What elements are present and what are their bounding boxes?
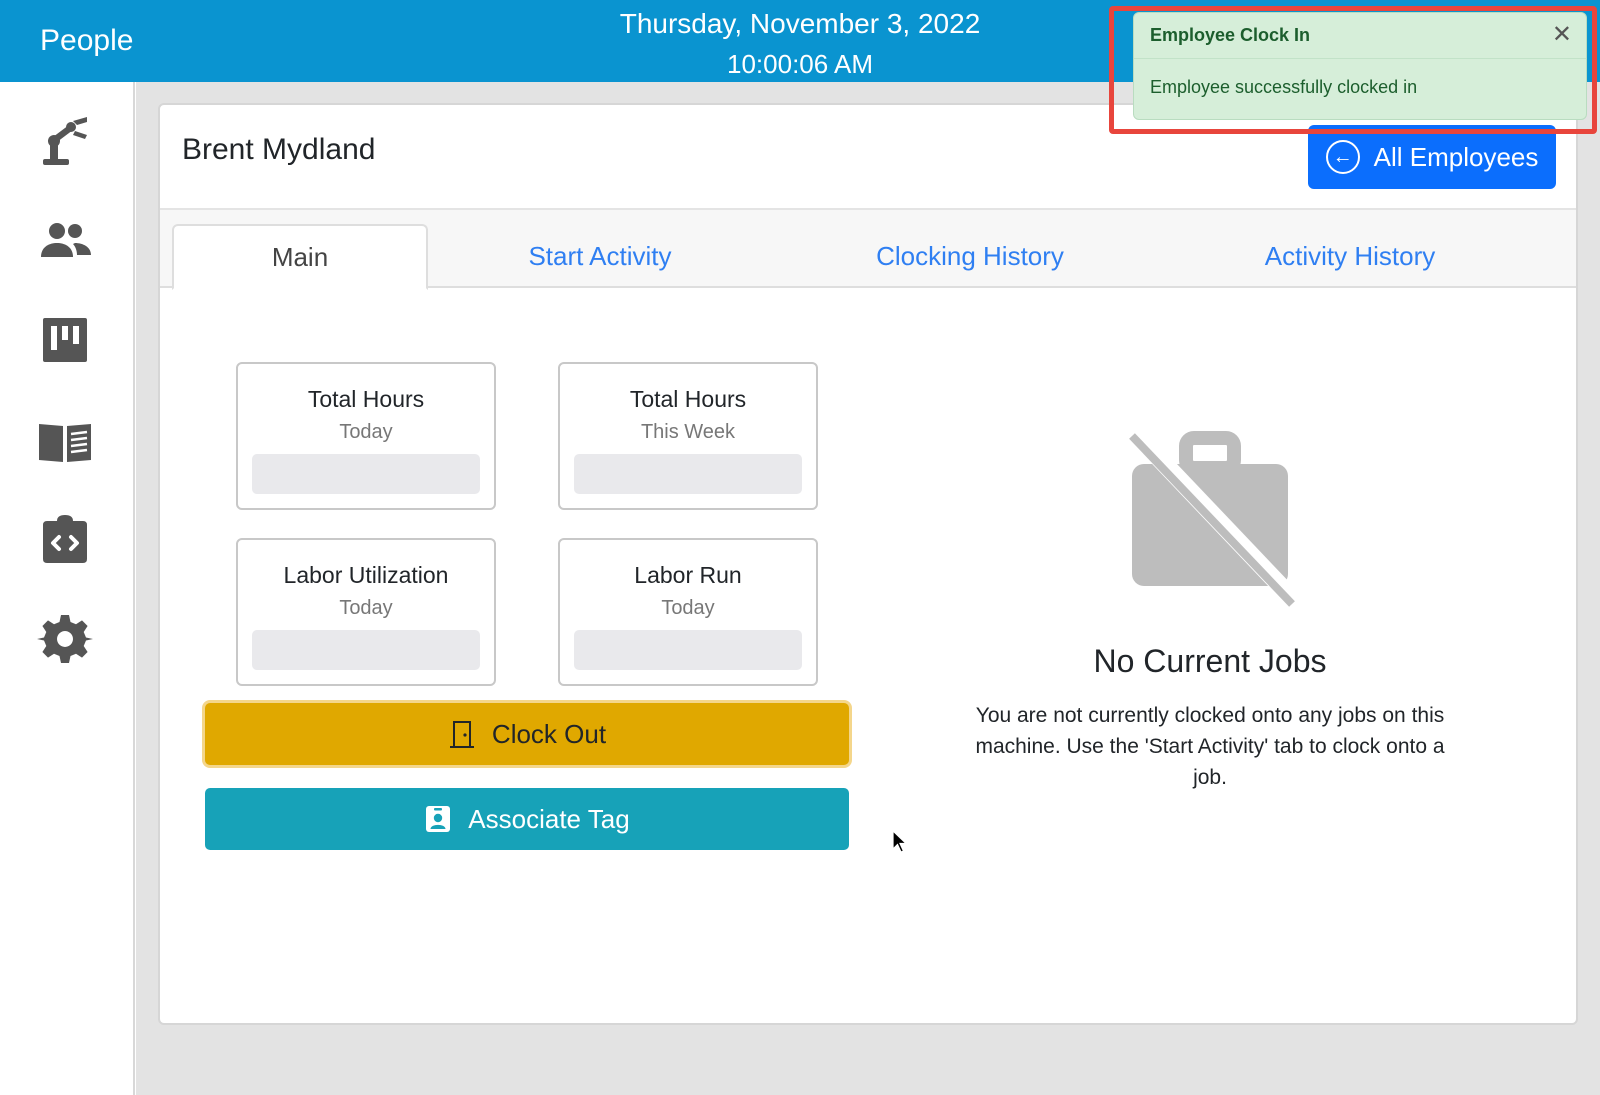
stat-total-hours-today: Total Hours Today — [236, 362, 496, 510]
clock-out-button[interactable]: Clock Out — [205, 703, 849, 765]
mouse-cursor-icon — [892, 830, 908, 853]
gear-icon — [37, 615, 93, 663]
clock-out-label: Clock Out — [491, 718, 607, 749]
tab-clocking-history[interactable]: Clocking History — [840, 224, 1100, 288]
stat-subtitle: Today — [339, 597, 393, 619]
employee-name: Brent Mydland — [182, 133, 376, 166]
tab-main[interactable]: Main — [172, 224, 428, 290]
date-time-display: Thursday, November 3, 2022 10:00:06 AM — [560, 6, 1040, 82]
current-time: 10:00:06 AM — [727, 49, 873, 79]
toast-notification: Employee Clock In ✕ Employee successfull… — [1133, 12, 1587, 120]
no-jobs-message: You are not currently clocked onto any j… — [975, 704, 1445, 789]
associate-tag-label: Associate Tag — [468, 803, 630, 834]
kanban-board-icon — [43, 318, 87, 362]
tab-bar: Main Start Activity Clocking History Act… — [160, 210, 1576, 290]
stat-value-placeholder — [252, 630, 480, 670]
stat-title: Total Hours — [307, 386, 425, 412]
current-date: Thursday, November 3, 2022 — [619, 8, 981, 39]
stat-value-placeholder — [574, 454, 802, 494]
associate-tag-button[interactable]: Associate Tag — [205, 788, 849, 850]
robot-arm-icon — [43, 117, 87, 165]
stat-title: Total Hours — [629, 386, 747, 412]
all-employees-button[interactable]: ← All Employees — [1308, 125, 1556, 189]
app-title: People — [40, 24, 134, 57]
sidebar-item-people[interactable] — [36, 212, 94, 270]
stat-total-hours-week: Total Hours This Week — [558, 362, 818, 510]
door-icon — [449, 721, 474, 748]
sidebar-item-manual[interactable] — [36, 411, 94, 469]
toast-message: Employee successfully clocked in — [1150, 77, 1418, 97]
no-jobs-title: No Current Jobs — [1093, 643, 1327, 679]
close-icon[interactable]: ✕ — [1552, 23, 1572, 47]
open-book-icon — [39, 424, 91, 462]
all-employees-label: All Employees — [1373, 141, 1539, 172]
stat-value-placeholder — [574, 630, 802, 670]
sidebar-item-settings[interactable] — [36, 610, 94, 668]
stat-title: Labor Utilization — [283, 562, 449, 588]
stat-labor-run: Labor Run Today — [558, 538, 818, 686]
sidebar-item-robot-arm[interactable] — [36, 112, 94, 170]
id-badge-icon — [426, 806, 451, 832]
people-icon — [41, 223, 91, 257]
stat-value-placeholder — [252, 454, 480, 494]
toast-title: Employee Clock In — [1150, 25, 1311, 45]
stat-labor-utilization: Labor Utilization Today — [236, 538, 496, 686]
toast-header: Employee Clock In ✕ — [1134, 13, 1586, 59]
tab-activity-history[interactable]: Activity History — [1220, 224, 1480, 288]
stat-subtitle: This Week — [640, 421, 736, 443]
briefcase-slash-icon — [960, 427, 1460, 615]
sidebar-item-tasks[interactable] — [36, 510, 94, 568]
sidebar-item-board[interactable] — [36, 311, 94, 369]
tab-start-activity[interactable]: Start Activity — [470, 224, 730, 288]
code-clipboard-icon — [43, 515, 87, 563]
stat-subtitle: Today — [661, 597, 715, 619]
sidebar — [0, 82, 135, 1095]
stat-subtitle: Today — [339, 421, 393, 443]
stat-title: Labor Run — [634, 562, 742, 588]
arrow-left-circle-icon: ← — [1325, 140, 1360, 174]
no-jobs-panel: No Current Jobs You are not currently cl… — [960, 427, 1460, 793]
